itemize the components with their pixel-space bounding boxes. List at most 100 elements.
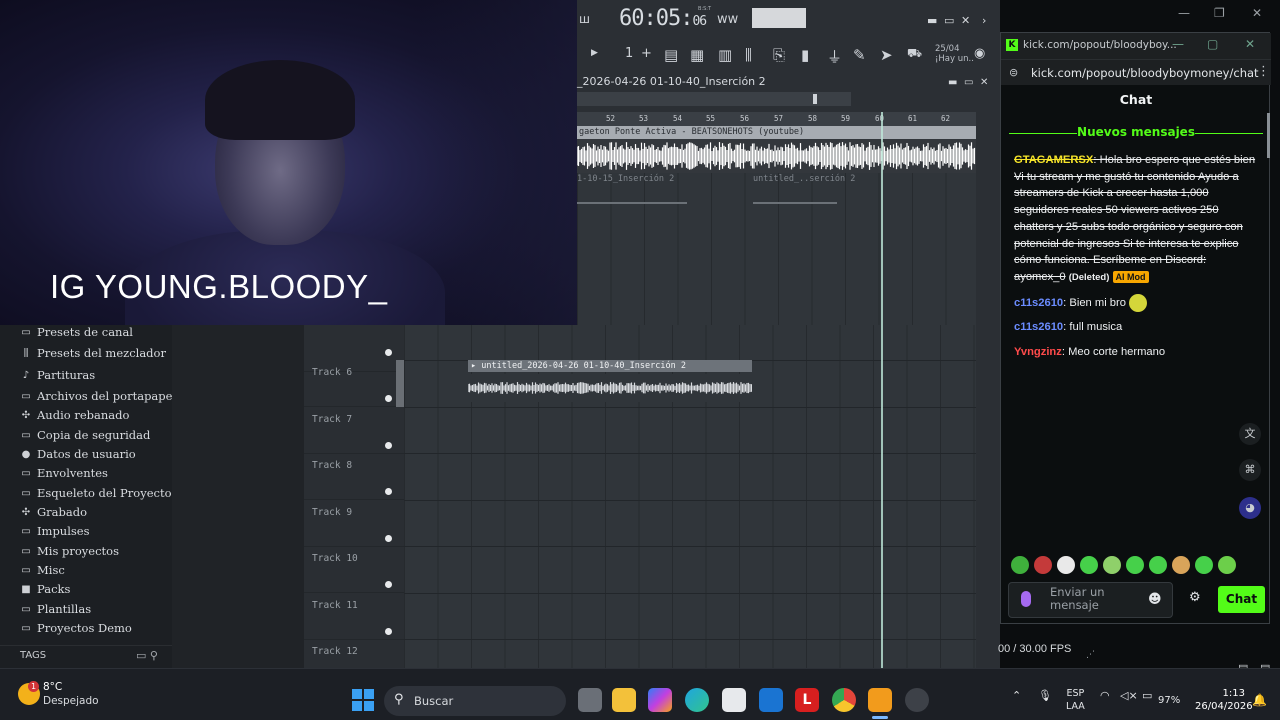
playlist-icon[interactable]: ▤ — [664, 46, 678, 64]
browser-item[interactable]: ✣ Audio rebanado — [20, 406, 130, 424]
notification-bell-icon[interactable]: 🔔 — [1252, 693, 1267, 707]
browser-item[interactable]: ▭ Proyectos Demo — [20, 619, 132, 637]
browser-item[interactable]: ▭ Impulses — [20, 522, 89, 540]
search-icon[interactable]: ▭ ⚲ — [136, 649, 158, 662]
playlist-grid[interactable]: ▸ untitled_2026-04-26 01-10-40_Inserción… — [404, 325, 976, 668]
playhead-marker[interactable] — [881, 112, 883, 325]
language-indicator[interactable]: ESP LAA — [1066, 687, 1085, 713]
chat-message[interactable]: c11s2610: full musica — [1014, 319, 1258, 336]
restore-icon[interactable]: ▢ — [1207, 37, 1218, 51]
track-header[interactable]: Track 10 — [304, 546, 404, 593]
browser-item[interactable]: ● Datos de usuario — [20, 445, 136, 463]
track-led[interactable] — [385, 581, 392, 588]
track-led[interactable] — [385, 442, 392, 449]
close-icon[interactable]: ✕ — [1245, 37, 1255, 51]
chat-username[interactable]: c11s2610 — [1014, 297, 1063, 309]
track-led[interactable] — [385, 628, 392, 635]
system-clock[interactable]: 1:13 26/04/2026 — [1195, 687, 1253, 713]
translate-icon[interactable]: 文 — [1239, 423, 1261, 445]
track-selector[interactable] — [396, 360, 404, 407]
url-bar[interactable]: ⊜ kick.com/popout/bloodyboymoney/chat ⋮ — [1001, 59, 1271, 85]
chat-message[interactable]: Yvngzinz: Meo corte hermano — [1014, 344, 1258, 361]
audio-clip[interactable]: ▸ untitled_2026-04-26 01-10-40_Inserción… — [467, 360, 753, 402]
horizontal-scrollbar[interactable] — [577, 92, 851, 106]
track-header[interactable]: Track 6 — [304, 360, 404, 407]
fl-arrow-icon[interactable]: › — [982, 14, 986, 27]
app-l-icon[interactable]: L — [795, 688, 819, 712]
copilot-icon[interactable] — [648, 688, 672, 712]
browser-item[interactable]: ♪ Partituras — [20, 366, 95, 384]
obs-icon[interactable] — [905, 688, 929, 712]
weather-temperature[interactable]: 8°C — [43, 681, 62, 693]
browser-item[interactable]: ▭ Archivos del portapapeles — [20, 387, 189, 405]
emoji-picker-icon[interactable]: ☻ — [1148, 592, 1162, 607]
chat-username[interactable]: c11s2610 — [1014, 321, 1063, 333]
news-panel[interactable]: 25/04 ¡Hay un.. — [935, 44, 974, 64]
chat-username[interactable]: Yvngzinz — [1014, 346, 1062, 358]
emote-icon[interactable] — [1195, 556, 1213, 574]
arrow-tool-icon[interactable]: ➤ — [880, 46, 893, 64]
emote-icon[interactable] — [1126, 556, 1144, 574]
chat-scrollbar[interactable] — [1267, 113, 1270, 158]
loop-mode-icon[interactable]: ꟺ — [579, 12, 590, 26]
more-options-icon[interactable]: ⋮ — [1257, 64, 1270, 79]
taskbar-search[interactable]: ⚲ Buscar — [384, 686, 566, 716]
timeline-ruler[interactable]: 52 53 54 55 56 57 58 59 60 61 62 — [577, 112, 976, 126]
browser-item[interactable]: ▭ Envolventes — [20, 464, 108, 482]
emote-icon[interactable] — [1034, 556, 1052, 574]
browser-item[interactable]: ▭ Copia de seguridad — [20, 426, 150, 444]
track-header[interactable]: Track 9 — [304, 500, 404, 547]
pattern-number[interactable]: 1 — [625, 46, 633, 61]
edge-icon[interactable] — [685, 688, 709, 712]
browser-item[interactable]: ⫼ Presets del mezclador — [20, 344, 166, 362]
browser-item[interactable]: ✣ Grabado — [20, 503, 87, 521]
playhead-line[interactable] — [881, 325, 883, 668]
add-pattern-icon[interactable]: + — [641, 46, 652, 61]
emote-icon[interactable] — [1218, 556, 1236, 574]
chat-message-input[interactable]: Enviar un mensaje ☻ — [1008, 582, 1173, 618]
track-led[interactable] — [385, 349, 392, 356]
browser-item[interactable]: ■ Packs — [20, 580, 70, 598]
bot-icon[interactable]: ◕ — [1239, 497, 1261, 519]
chat-username[interactable]: GTAGAMERSX — [1014, 154, 1093, 166]
chrome-icon[interactable] — [832, 688, 856, 712]
channel-rack-icon[interactable]: ▥ — [718, 46, 732, 64]
close-icon[interactable]: ✕ — [1252, 6, 1262, 20]
store-icon[interactable] — [722, 688, 746, 712]
battery-icon[interactable]: ▭ — [1142, 689, 1152, 702]
track-header[interactable]: Track 8 — [304, 453, 404, 500]
track-header[interactable]: Track 7 — [304, 407, 404, 454]
globe-icon[interactable]: ◉ — [974, 46, 985, 61]
vertical-scrollbar[interactable] — [976, 325, 1000, 668]
play-icon[interactable]: ▶ — [591, 48, 598, 58]
cart-icon[interactable]: ⛟ — [907, 46, 922, 62]
tempo-icon[interactable]: ✎ — [853, 46, 866, 64]
microphone-icon[interactable] — [1021, 591, 1031, 607]
windows-start-icon[interactable] — [352, 689, 374, 711]
playlist-minimize-icon[interactable]: ▬ — [948, 77, 957, 88]
fl-studio-icon[interactable] — [868, 688, 892, 712]
playlist-restore-icon[interactable]: ▭ — [964, 77, 973, 88]
send-chat-button[interactable]: Chat — [1218, 586, 1265, 613]
chat-settings-icon[interactable]: ⚙ — [1189, 590, 1201, 605]
mixer-icon[interactable]: ⫼ — [745, 46, 752, 64]
browser-icon[interactable]: ⎘ — [773, 46, 785, 64]
browser-item[interactable]: ▭ Mis proyectos — [20, 542, 119, 560]
browser-item[interactable]: ▭ Misc — [20, 561, 65, 579]
audio-clip-header[interactable]: gaeton Ponte Activa - BEATSONEHOTS (yout… — [577, 126, 976, 139]
emote-icon[interactable] — [1057, 556, 1075, 574]
emote-icon[interactable] — [1149, 556, 1167, 574]
browser-item[interactable]: ▭ Plantillas — [20, 600, 91, 618]
browser-item[interactable]: ▭ Presets de canal — [20, 323, 133, 341]
chat-message[interactable]: GTAGAMERSX: Hola bro espero que estés bi… — [1014, 152, 1258, 287]
minimize-icon[interactable]: — — [1178, 6, 1190, 20]
emote-icon[interactable] — [1080, 556, 1098, 574]
vertical-scrollbar[interactable] — [976, 90, 1000, 325]
paste-icon[interactable]: ▮ — [801, 46, 809, 64]
scroll-thumb[interactable] — [813, 94, 817, 104]
volume-muted-icon[interactable]: ◁× — [1120, 689, 1138, 702]
fl-restore-icon[interactable]: ▭ — [944, 14, 954, 27]
site-info-icon[interactable]: ⊜ — [1009, 66, 1018, 79]
restore-icon[interactable]: ❐ — [1214, 6, 1225, 20]
apps-icon[interactable]: ⌘ — [1239, 459, 1261, 481]
